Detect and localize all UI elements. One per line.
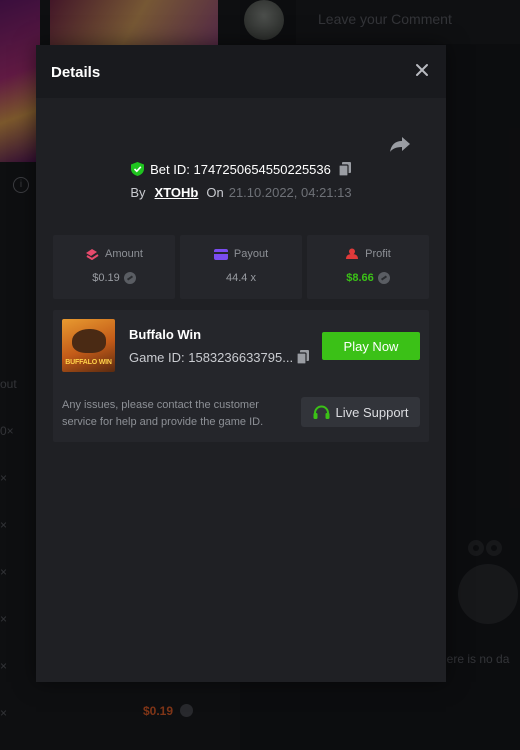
profit-icon <box>346 248 359 259</box>
stat-label: Profit <box>365 248 391 260</box>
coin-icon <box>123 272 136 284</box>
stat-value: $8.66 <box>346 272 374 284</box>
stat-label: Payout <box>233 248 269 260</box>
verified-shield-icon <box>131 162 145 176</box>
live-support-button[interactable]: Live Support <box>301 397 420 427</box>
bet-id: Bet ID: 1747250654550225536 <box>150 162 331 177</box>
copy-icon[interactable] <box>338 162 351 176</box>
game-card: BUFFALO WIN Buffalo Win Game ID: 1583236… <box>53 310 429 442</box>
support-message: Any issues, please contact the customer … <box>62 399 264 428</box>
stat-payout: Payout 44.4 x <box>180 235 302 299</box>
close-icon[interactable] <box>414 62 430 78</box>
share-icon[interactable] <box>389 135 411 153</box>
game-id: Game ID: 1583236633795... <box>129 350 294 365</box>
bet-stats: Amount $0.19 Payout 44.4 x Profit $8.66 <box>53 235 429 299</box>
game-logo-text: BUFFALO WIN <box>65 359 112 366</box>
coin-icon <box>377 272 390 284</box>
payout-card-icon <box>213 248 228 260</box>
bet-details-modal: Details Bet ID: 1747250654550225536 By XT… <box>36 45 446 682</box>
play-now-button[interactable]: Play Now <box>322 332 420 360</box>
on-label: On <box>206 185 224 200</box>
stat-label: Amount <box>105 248 143 260</box>
game-name: Buffalo Win <box>129 327 202 342</box>
game-thumbnail[interactable]: BUFFALO WIN <box>62 319 115 372</box>
bet-id-row: Bet ID: 1747250654550225536 <box>36 162 446 177</box>
stat-amount: Amount $0.19 <box>53 235 175 299</box>
stat-profit: Profit $8.66 <box>307 235 429 299</box>
headset-icon <box>313 405 329 419</box>
stat-value: $0.19 <box>92 272 120 284</box>
modal-title: Details <box>51 64 101 81</box>
live-support-label: Live Support <box>335 404 409 420</box>
copy-icon[interactable] <box>297 350 310 364</box>
amount-icon <box>86 249 99 260</box>
stat-value: 44.4 x <box>226 272 256 284</box>
bet-date: 21.10.2022, 04:21:13 <box>228 185 352 200</box>
bet-meta-row: By XTOHb On 21.10.2022, 04:21:13 <box>36 185 446 200</box>
modal-header: Details <box>36 45 446 98</box>
user-link[interactable]: XTOHb <box>155 185 199 200</box>
by-label: By <box>130 185 146 200</box>
game-id-row: Game ID: 1583236633795... <box>129 350 310 365</box>
